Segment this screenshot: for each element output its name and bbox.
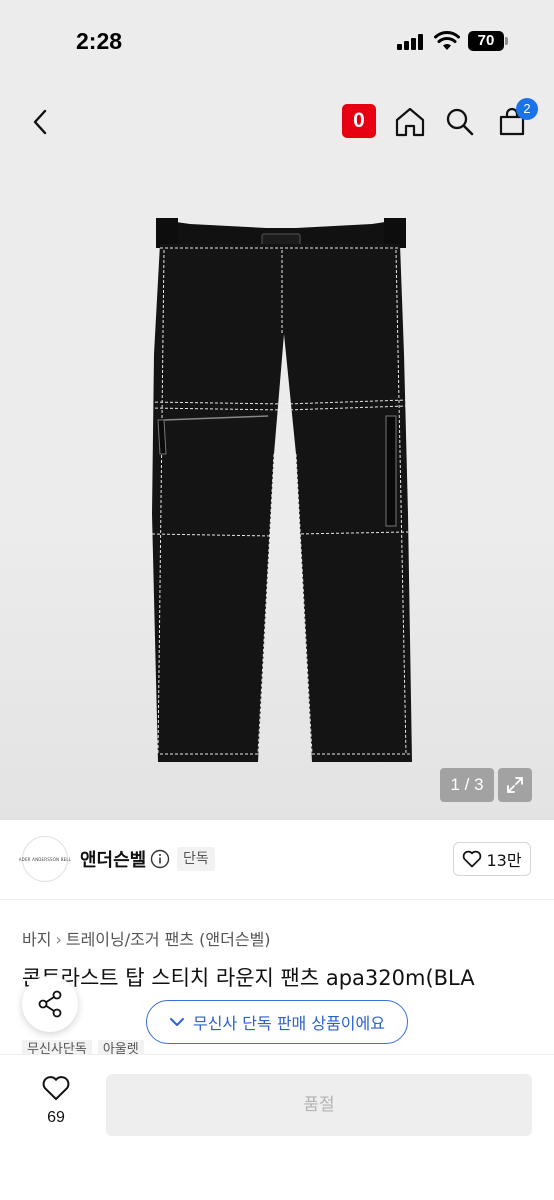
brand-logo-text: ADER ANDERSSON BELL [18,856,72,862]
brand-name[interactable]: 앤더슨벨 [80,846,146,872]
sold-out-button[interactable]: 품절 [106,1074,532,1136]
battery-level: 70 [468,31,504,51]
cellular-signal-icon [397,34,425,50]
cart-button[interactable]: 2 [492,98,538,142]
info-icon[interactable] [150,849,170,869]
chevron-left-icon [33,109,47,135]
breadcrumb: 바지 › 트레이닝/조거 팬츠 (앤더슨벨) [22,926,271,950]
wishlist-button[interactable]: 69 [28,1075,84,1127]
expand-icon [507,777,523,793]
brand-badge-button[interactable]: 0 [342,104,376,138]
status-time: 2:28 [76,28,123,54]
status-bar: 2:28 70 [0,0,554,82]
product-image-gallery[interactable]: 1 / 3 [0,162,554,820]
wishlist-count: 69 [47,1109,65,1126]
breadcrumb-item[interactable]: 트레이닝/조거 팬츠 (앤더슨벨) [66,930,271,949]
cart-count-badge: 2 [516,98,538,120]
image-counter: 1 / 3 [440,768,494,802]
heart-icon [42,1076,70,1100]
product-image [149,218,412,762]
search-icon [446,108,474,136]
brand-like-button[interactable]: 13만 [453,842,531,876]
chevron-right-icon: › [55,930,62,949]
wifi-icon [434,31,460,50]
brand-row: ADER ANDERSSON BELL 앤더슨벨 단독 13만 [0,820,554,900]
bottom-bar: 69 품절 [0,1054,554,1200]
brand-like-count: 13만 [486,851,522,870]
chevron-down-icon [170,1018,185,1026]
top-nav: 0 2 [0,82,554,162]
toast-text: 무신사 단독 판매 상품이에요 [193,1014,385,1033]
search-button[interactable] [440,102,480,142]
product-title: 콘트라스트 탑 스티치 라운지 팬츠 apa320m(BLA [22,966,475,990]
home-button[interactable] [390,102,430,142]
fullscreen-button[interactable] [498,768,532,802]
back-button[interactable] [20,102,60,142]
share-button[interactable] [22,976,78,1032]
exclusive-toast[interactable]: 무신사 단독 판매 상품이에요 [146,1000,408,1044]
exclusive-badge: 단독 [177,847,215,871]
brand-logo[interactable]: ADER ANDERSSON BELL [19,836,71,882]
home-icon [395,107,425,137]
battery-icon: 70 [468,31,508,51]
heart-icon [463,850,482,868]
share-icon [38,990,62,1018]
breadcrumb-item[interactable]: 바지 [22,930,51,949]
